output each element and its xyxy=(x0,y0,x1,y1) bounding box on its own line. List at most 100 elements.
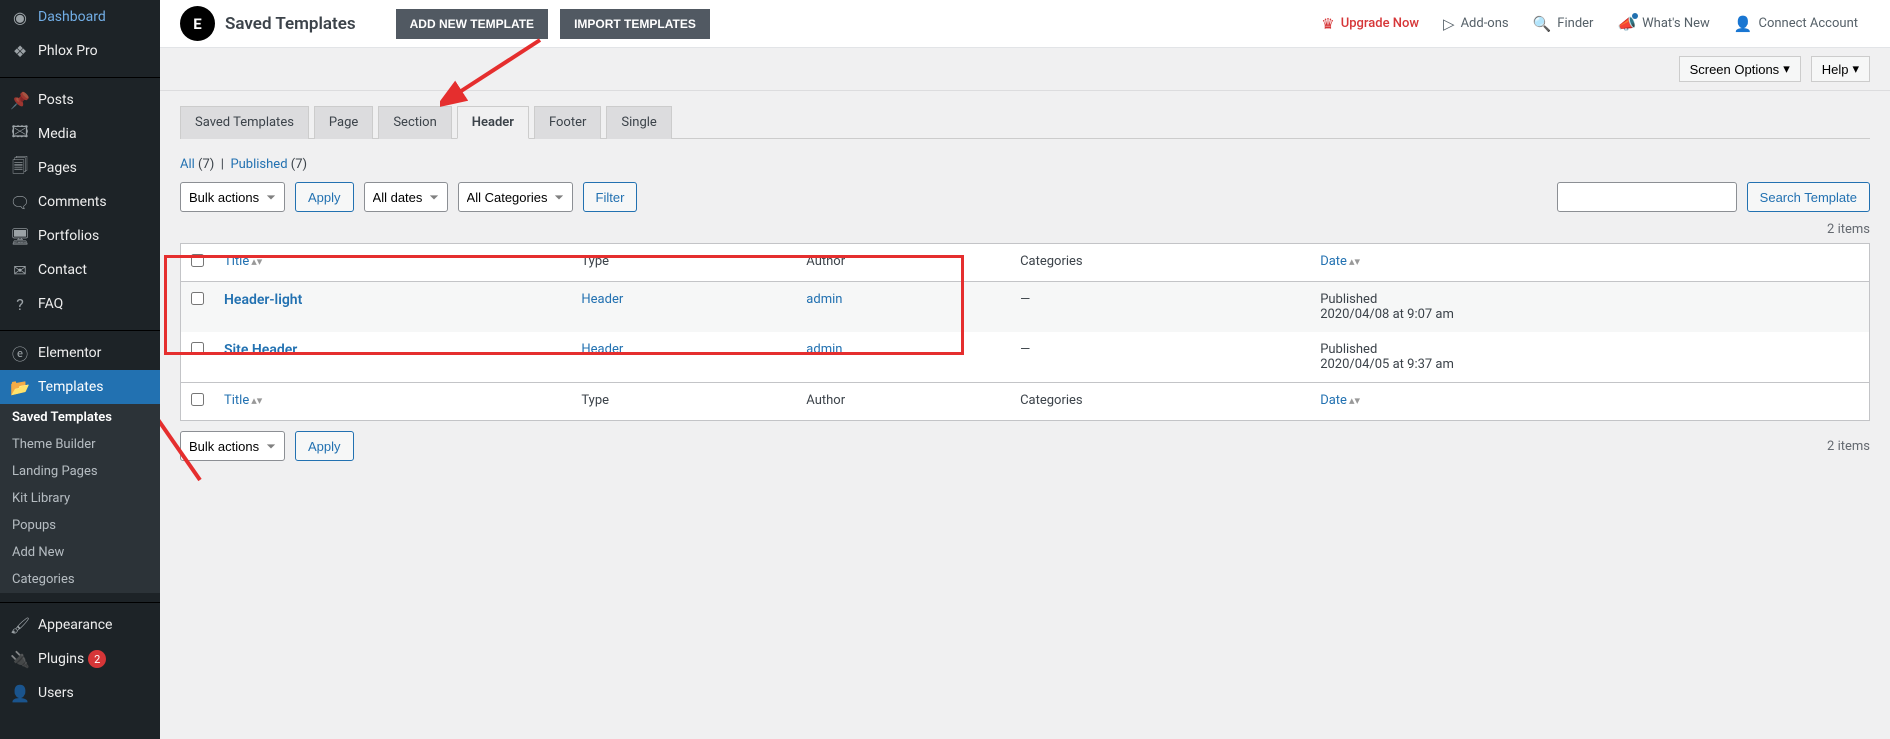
folder-icon: 📂 xyxy=(10,377,30,397)
template-tabs: Saved Templates Page Section Header Foot… xyxy=(180,106,1870,139)
status-filter-links: All (7) | Published (7) xyxy=(180,139,1870,182)
sidebar-item-elementor[interactable]: ⓔElementor xyxy=(0,336,160,370)
sidebar-item-label: Portfolios xyxy=(38,228,99,244)
portfolio-icon: 🖥 xyxy=(10,226,30,246)
sidebar-item-plugins[interactable]: 🔌 Plugins2 xyxy=(0,642,160,676)
sidebar-item-faq[interactable]: ?FAQ xyxy=(0,287,160,321)
column-title-header[interactable]: Title▴▾ xyxy=(214,244,571,282)
column-title-footer[interactable]: Title▴▾ xyxy=(214,382,571,420)
submenu-theme-builder[interactable]: Theme Builder xyxy=(0,431,160,458)
filter-all-link[interactable]: All xyxy=(180,157,195,172)
select-all-checkbox-bottom[interactable] xyxy=(191,393,204,406)
whats-new-link[interactable]: 📣What's New xyxy=(1605,15,1721,33)
filter-button[interactable]: Filter xyxy=(583,182,638,212)
add-new-template-button[interactable]: ADD NEW TEMPLATE xyxy=(396,9,548,39)
sidebar-item-templates[interactable]: 📂 Templates xyxy=(0,370,160,404)
import-templates-button[interactable]: IMPORT TEMPLATES xyxy=(560,9,710,39)
sidebar-item-label: Posts xyxy=(38,92,74,108)
sidebar-item-comments[interactable]: 🗨Comments xyxy=(0,185,160,219)
topbar: E Saved Templates ADD NEW TEMPLATE IMPOR… xyxy=(160,0,1890,48)
submenu-categories[interactable]: Categories xyxy=(0,566,160,593)
templates-submenu: Saved Templates Theme Builder Landing Pa… xyxy=(0,404,160,593)
tab-section[interactable]: Section xyxy=(378,106,451,139)
category-filter-select[interactable]: All Categories xyxy=(458,182,573,212)
sidebar-item-posts[interactable]: 📌 Posts xyxy=(0,83,160,117)
sidebar-item-dashboard[interactable]: ◉Dashboard xyxy=(0,0,160,34)
submenu-kit-library[interactable]: Kit Library xyxy=(0,485,160,512)
sidebar-item-label: Phlox Pro xyxy=(38,43,98,59)
template-categories: — xyxy=(1010,282,1310,332)
submenu-add-new[interactable]: Add New xyxy=(0,539,160,566)
plugin-count-badge: 2 xyxy=(88,650,106,668)
column-type-header: Type xyxy=(571,244,796,282)
template-type-link[interactable]: Header xyxy=(581,292,623,307)
row-checkbox[interactable] xyxy=(191,292,204,305)
templates-table: Title▴▾ Type Author Categories Date▴▾ He… xyxy=(180,243,1870,421)
sidebar-item-label: Comments xyxy=(38,194,107,210)
sidebar-item-label: Templates xyxy=(38,379,104,395)
mail-icon: ✉ xyxy=(10,260,30,280)
screen-options-button[interactable]: Screen Options▾ xyxy=(1679,56,1801,82)
help-icon: ? xyxy=(10,294,30,314)
filter-published-link[interactable]: Published xyxy=(230,157,287,172)
finder-link[interactable]: 🔍Finder xyxy=(1521,15,1606,33)
count-label: (7) xyxy=(198,157,214,172)
template-title-link[interactable]: Header-light xyxy=(224,292,302,308)
sidebar-item-appearance[interactable]: 🖌Appearance xyxy=(0,608,160,642)
connect-account-link[interactable]: 👤Connect Account xyxy=(1722,15,1870,33)
select-all-checkbox-top[interactable] xyxy=(191,254,204,267)
sort-icon: ▴▾ xyxy=(1349,398,1360,403)
sidebar-item-label: Users xyxy=(38,685,74,701)
pages-icon: 🗐 xyxy=(10,158,30,178)
sidebar-item-label: Plugins xyxy=(38,651,84,667)
dashboard-icon: ◉ xyxy=(10,7,30,27)
search-template-button[interactable]: Search Template xyxy=(1747,182,1870,212)
bulk-actions-select[interactable]: Bulk actions xyxy=(180,182,285,212)
template-type-link[interactable]: Header xyxy=(581,342,623,357)
bulk-actions-select-bottom[interactable]: Bulk actions xyxy=(180,431,285,461)
phlox-icon: ❖ xyxy=(10,41,30,61)
pin-icon: 📌 xyxy=(10,90,30,110)
search-icon: 🔍 xyxy=(1533,15,1552,33)
row-checkbox[interactable] xyxy=(191,342,204,355)
sidebar-item-contact[interactable]: ✉ Contact xyxy=(0,253,160,287)
submenu-popups[interactable]: Popups xyxy=(0,512,160,539)
apply-button-top[interactable]: Apply xyxy=(295,182,354,212)
submenu-landing-pages[interactable]: Landing Pages xyxy=(0,458,160,485)
secondary-bar: Screen Options▾ Help▾ xyxy=(160,48,1890,91)
sidebar-item-label: Elementor xyxy=(38,345,101,361)
plug-icon: 🔌 xyxy=(10,649,30,669)
sidebar-item-pages[interactable]: 🗐 Pages xyxy=(0,151,160,185)
count-label: (7) xyxy=(291,157,307,172)
tab-page[interactable]: Page xyxy=(314,106,373,139)
tab-saved-templates[interactable]: Saved Templates xyxy=(180,106,309,139)
tab-header[interactable]: Header xyxy=(457,106,529,139)
items-count-top: 2 items xyxy=(1827,222,1870,237)
sidebar-item-label: Contact xyxy=(38,262,87,278)
upgrade-now-link[interactable]: ♛Upgrade Now xyxy=(1309,15,1431,33)
submenu-saved-templates[interactable]: Saved Templates xyxy=(0,404,160,431)
tab-single[interactable]: Single xyxy=(606,106,671,139)
template-title-link[interactable]: Site Header xyxy=(224,342,297,358)
sidebar-item-users[interactable]: 👤 Users xyxy=(0,676,160,710)
template-author-link[interactable]: admin xyxy=(806,292,842,307)
tab-footer[interactable]: Footer xyxy=(534,106,601,139)
apply-button-bottom[interactable]: Apply xyxy=(295,431,354,461)
sidebar-item-media[interactable]: 🖾Media xyxy=(0,117,160,151)
sidebar-item-label: Pages xyxy=(38,160,77,176)
sidebar-item-phlox[interactable]: ❖ Phlox Pro xyxy=(0,34,160,68)
addons-link[interactable]: ▷Add-ons xyxy=(1431,15,1521,33)
template-categories: — xyxy=(1010,332,1310,382)
table-row: Site Header Header admin — Published2020… xyxy=(181,332,1869,382)
crown-icon: ♛ xyxy=(1321,15,1334,33)
sidebar-item-portfolios[interactable]: 🖥 Portfolios xyxy=(0,219,160,253)
help-button[interactable]: Help▾ xyxy=(1811,56,1870,82)
template-author-link[interactable]: admin xyxy=(806,342,842,357)
column-author-header: Author xyxy=(796,244,1010,282)
user-icon: 👤 xyxy=(10,683,30,703)
date-filter-select[interactable]: All dates xyxy=(364,182,448,212)
sort-icon: ▴▾ xyxy=(251,398,262,403)
column-date-footer[interactable]: Date▴▾ xyxy=(1310,382,1869,420)
column-date-header[interactable]: Date▴▾ xyxy=(1310,244,1869,282)
search-template-input[interactable] xyxy=(1557,182,1737,212)
